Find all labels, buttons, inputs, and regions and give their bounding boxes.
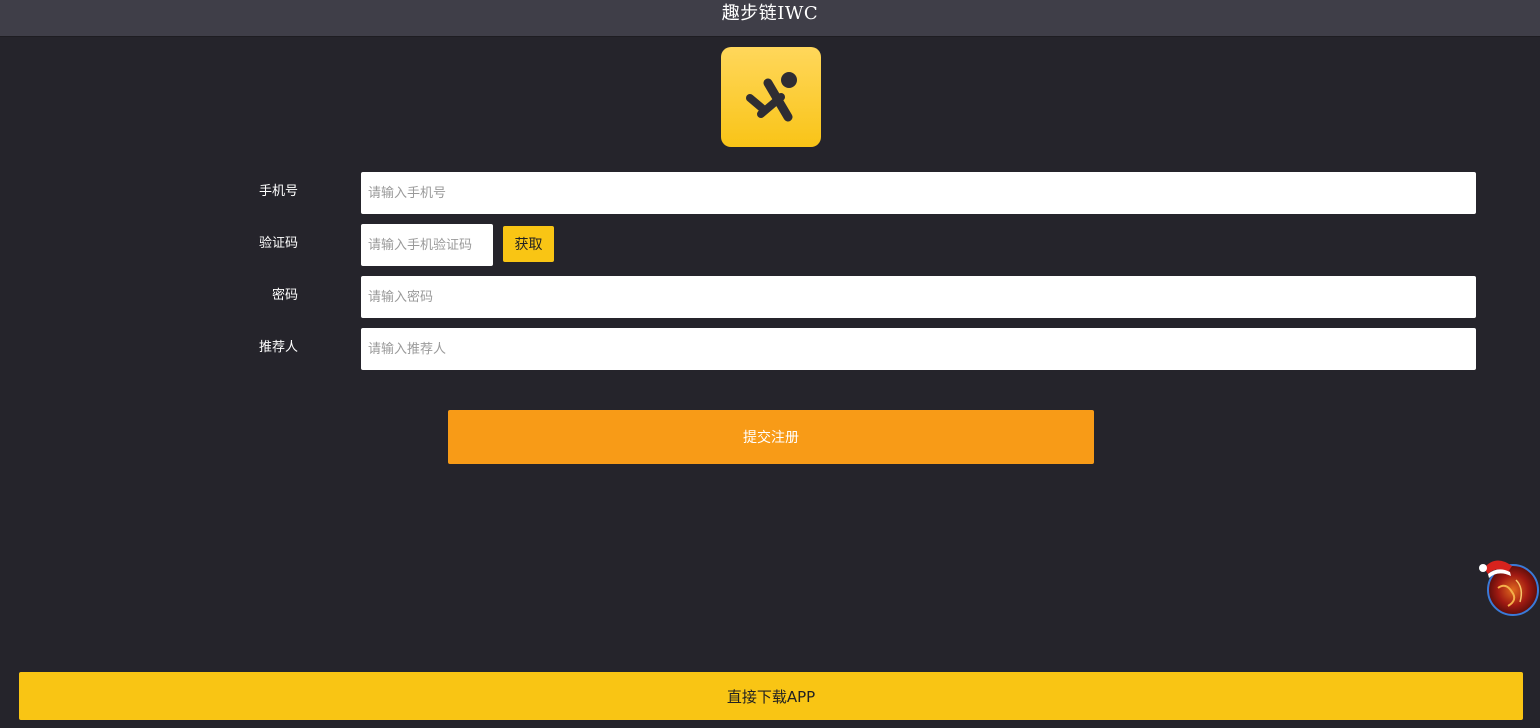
submit-register-button[interactable]: 提交注册 xyxy=(448,410,1094,464)
floating-avatar[interactable] xyxy=(1478,552,1540,618)
header-bar: 趣步链IWC xyxy=(0,0,1540,37)
referrer-input[interactable] xyxy=(361,328,1476,370)
code-label: 验证码 xyxy=(258,236,298,251)
phone-input[interactable] xyxy=(361,172,1476,214)
get-code-button[interactable]: 获取 xyxy=(503,226,554,262)
page-title: 趣步链IWC xyxy=(721,3,819,24)
app-logo xyxy=(721,47,821,147)
running-person-icon xyxy=(746,72,797,122)
password-label: 密码 xyxy=(271,288,298,303)
santa-hat-avatar-icon xyxy=(1479,560,1539,616)
phone-label: 手机号 xyxy=(258,184,298,199)
verification-code-input[interactable] xyxy=(361,224,493,266)
download-app-button[interactable]: 直接下载APP xyxy=(19,672,1523,720)
referrer-label: 推荐人 xyxy=(258,340,298,355)
password-input[interactable] xyxy=(361,276,1476,318)
